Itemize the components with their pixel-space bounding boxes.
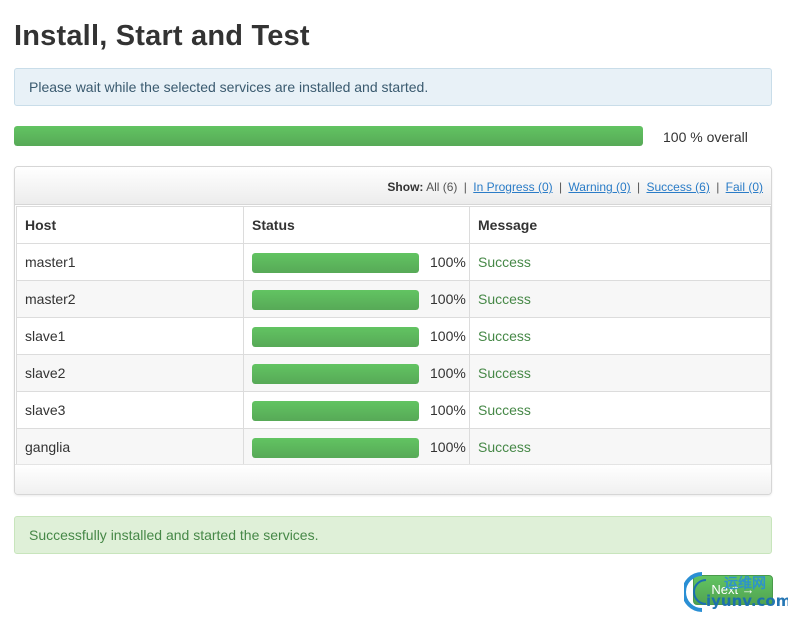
filter-in-progress-link[interactable]: In Progress (0) xyxy=(473,180,552,194)
host-progress-bar xyxy=(252,253,419,273)
panel-footer xyxy=(15,464,771,494)
table-row: master2 100% Success xyxy=(16,280,771,318)
host-name: ganglia xyxy=(16,428,244,466)
host-name: slave2 xyxy=(16,354,244,392)
filter-success-link[interactable]: Success (6) xyxy=(646,180,709,194)
status-column-header: Status xyxy=(243,206,470,244)
host-message: Success xyxy=(469,280,771,318)
host-progress-fill xyxy=(252,401,419,421)
overall-progress-bar xyxy=(14,126,643,146)
table-row: ganglia 100% Success xyxy=(16,428,771,466)
host-status-cell: 100% xyxy=(243,243,470,281)
host-progress-fill xyxy=(252,327,419,347)
filter-separator: | xyxy=(716,180,720,194)
host-status-cell: 100% xyxy=(243,428,470,466)
filter-separator: | xyxy=(463,180,467,194)
filter-separator: | xyxy=(558,180,563,194)
filter-warning-link[interactable]: Warning (0) xyxy=(568,180,630,194)
host-column-header: Host xyxy=(16,206,244,244)
host-progress-percent: 100% xyxy=(430,328,466,344)
filter-all: All (6) xyxy=(426,180,458,194)
host-name: slave3 xyxy=(16,391,244,429)
host-status-cell: 100% xyxy=(243,280,470,318)
table-row: slave3 100% Success xyxy=(16,391,771,429)
overall-progress-label: 100 % overall xyxy=(663,129,748,145)
info-alert: Please wait while the selected services … xyxy=(14,68,772,106)
host-progress-percent: 100% xyxy=(430,365,466,381)
host-message: Success xyxy=(469,317,771,355)
success-message: Successfully installed and started the s… xyxy=(29,527,319,543)
host-status-cell: 100% xyxy=(243,391,470,429)
host-progress-bar xyxy=(252,364,419,384)
host-message: Success xyxy=(469,391,771,429)
filter-show-label: Show: xyxy=(387,180,424,194)
host-progress-percent: 100% xyxy=(430,402,466,418)
success-alert: Successfully installed and started the s… xyxy=(14,516,772,554)
hosts-table: Host Status Message master1 100% Success ma… xyxy=(16,206,771,466)
message-column-header: Message xyxy=(469,206,771,244)
host-progress-fill xyxy=(252,438,419,458)
next-button[interactable]: Next → xyxy=(693,575,773,605)
host-progress-percent: 100% xyxy=(430,439,466,455)
host-progress-bar xyxy=(252,327,419,347)
host-progress-fill xyxy=(252,253,419,273)
host-name: master1 xyxy=(16,243,244,281)
host-progress-fill xyxy=(252,290,419,310)
host-message: Success xyxy=(469,354,771,392)
host-message: Success xyxy=(469,428,771,466)
table-row: slave1 100% Success xyxy=(16,317,771,355)
host-progress-fill xyxy=(252,364,419,384)
page-title: Install, Start and Test xyxy=(14,20,310,52)
host-name: master2 xyxy=(16,280,244,318)
hosts-panel: Show: All (6) | In Progress (0) | Warnin… xyxy=(14,166,772,495)
host-message: Success xyxy=(469,243,771,281)
info-message: Please wait while the selected services … xyxy=(29,79,429,95)
filter-separator: | xyxy=(637,180,641,194)
host-name: slave1 xyxy=(16,317,244,355)
host-progress-percent: 100% xyxy=(430,254,466,270)
filter-fail-link[interactable]: Fail (0) xyxy=(726,180,763,194)
table-row: slave2 100% Success xyxy=(16,354,771,392)
filter-bar: Show: All (6) | In Progress (0) | Warnin… xyxy=(15,167,771,205)
table-row: master1 100% Success xyxy=(16,243,771,281)
host-progress-bar xyxy=(252,401,419,421)
host-progress-percent: 100% xyxy=(430,291,466,307)
host-status-cell: 100% xyxy=(243,354,470,392)
host-status-cell: 100% xyxy=(243,317,470,355)
host-progress-bar xyxy=(252,438,419,458)
overall-progress-fill xyxy=(14,126,643,146)
host-progress-bar xyxy=(252,290,419,310)
